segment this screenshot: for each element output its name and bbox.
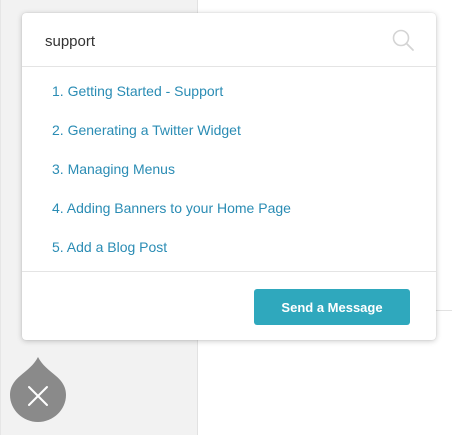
search-bar	[22, 13, 436, 67]
search-result-item[interactable]: 3. Managing Menus	[52, 161, 175, 183]
close-widget-button[interactable]	[9, 355, 67, 423]
search-icon[interactable]	[391, 28, 415, 52]
search-result-item[interactable]: 4. Adding Banners to your Home Page	[52, 200, 291, 222]
close-icon	[10, 357, 66, 422]
help-widget-panel: 1. Getting Started - Support 2. Generati…	[22, 13, 436, 340]
search-result-item[interactable]: 2. Generating a Twitter Widget	[52, 122, 241, 144]
search-result-item[interactable]: 1. Getting Started - Support	[52, 83, 223, 105]
background-left-edge	[0, 0, 1, 435]
search-results-list: 1. Getting Started - Support 2. Generati…	[22, 67, 436, 271]
footer-divider	[22, 271, 436, 272]
search-input[interactable]	[45, 29, 365, 53]
search-result-item[interactable]: 5. Add a Blog Post	[52, 239, 167, 261]
send-message-button[interactable]: Send a Message	[254, 289, 410, 325]
